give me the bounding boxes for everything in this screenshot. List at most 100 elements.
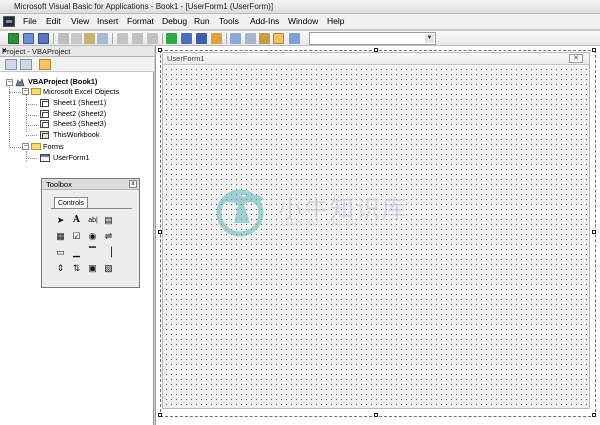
- menu-insert[interactable]: Insert: [97, 16, 118, 26]
- close-icon: ✕: [569, 54, 583, 63]
- worksheet-icon: [40, 99, 49, 107]
- tree-line: [26, 151, 27, 161]
- properties-icon[interactable]: [245, 33, 256, 44]
- window-title: Microsoft Visual Basic for Applications …: [14, 2, 274, 11]
- close-icon[interactable]: ×: [2, 46, 151, 55]
- tree-node-vbaproject[interactable]: VBAProject (Book1): [28, 77, 97, 86]
- resize-handle[interactable]: [592, 413, 596, 417]
- menu-bar: File Edit View Insert Format Debug Run T…: [0, 14, 600, 30]
- tree-node-excel-objects[interactable]: Microsoft Excel Objects: [43, 87, 119, 96]
- toolbox-title: Toolbox: [46, 180, 72, 189]
- run-icon[interactable]: [166, 33, 177, 44]
- userform-caption: UserForm1: [167, 54, 205, 63]
- view-object-icon[interactable]: [20, 59, 32, 70]
- toolbar-separator: [112, 33, 113, 44]
- tree-node-sheet3[interactable]: Sheet3 (Sheet3): [53, 119, 106, 128]
- design-mode-icon[interactable]: [211, 33, 222, 44]
- scrollbar-icon[interactable]: ⇕: [55, 263, 66, 274]
- excel-view-icon[interactable]: [8, 33, 19, 44]
- menu-view[interactable]: View: [71, 16, 89, 26]
- toolbar-separator: [226, 33, 227, 44]
- resize-handle[interactable]: [592, 230, 596, 234]
- menu-run[interactable]: Run: [194, 16, 210, 26]
- tree-line: [9, 92, 23, 93]
- toggle-folders-icon[interactable]: [39, 59, 51, 70]
- toolbar-separator: [162, 33, 163, 44]
- project-explorer-icon[interactable]: [230, 33, 241, 44]
- project-explorer-title-bar: Project - VBAProject ×: [0, 46, 154, 57]
- resize-handle[interactable]: [158, 413, 162, 417]
- menu-edit[interactable]: Edit: [46, 16, 61, 26]
- workbook-icon: [40, 131, 49, 139]
- tree-line: [26, 125, 37, 126]
- insert-userform-icon[interactable]: [23, 33, 34, 44]
- title-bar: Microsoft Visual Basic for Applications …: [0, 0, 600, 14]
- optionbutton-icon[interactable]: ◉: [87, 231, 98, 242]
- label-icon[interactable]: A: [71, 215, 82, 226]
- tree-node-sheet2[interactable]: Sheet2 (Sheet2): [53, 109, 106, 118]
- folder-icon: [31, 88, 41, 95]
- chevron-down-icon[interactable]: ▼: [425, 34, 434, 43]
- collapse-icon[interactable]: −: [6, 79, 13, 86]
- menu-format[interactable]: Format: [127, 16, 154, 26]
- spinbutton-icon[interactable]: ⇅: [71, 263, 82, 274]
- menu-add-ins[interactable]: Add-Ins: [250, 16, 279, 26]
- reset-icon[interactable]: [196, 33, 207, 44]
- help-icon[interactable]: [289, 33, 300, 44]
- userform-client-grid[interactable]: [163, 66, 589, 408]
- tabstrip-icon[interactable]: ▔: [87, 247, 98, 258]
- redo-icon[interactable]: [132, 33, 143, 44]
- tree-node-forms[interactable]: Forms: [43, 142, 64, 151]
- tree-line: [26, 104, 37, 105]
- worksheet-icon: [40, 110, 49, 118]
- tree-line: [26, 158, 37, 159]
- select-objects-icon[interactable]: ➤: [55, 215, 66, 226]
- menu-debug[interactable]: Debug: [162, 16, 187, 26]
- close-icon[interactable]: x: [129, 180, 137, 188]
- toolbox-icon[interactable]: [273, 33, 284, 44]
- userform-designer: UserForm1 ✕: [155, 46, 600, 425]
- resize-handle[interactable]: [592, 48, 596, 52]
- togglebutton-icon[interactable]: ⇌: [103, 231, 114, 242]
- tree-node-userform1[interactable]: UserForm1: [53, 153, 90, 162]
- resize-handle[interactable]: [374, 413, 378, 417]
- copy-icon[interactable]: [71, 33, 82, 44]
- tree-line: [26, 135, 37, 136]
- line-column-combo[interactable]: ▼: [309, 32, 436, 45]
- toolbox-controls-pane: ➤ A ab| ▤ ▦ ☑ ◉ ⇌ ▭ ▁ ▔ ▕ ⇕ ⇅ ▣ ▧: [51, 208, 132, 284]
- menu-tools[interactable]: Tools: [219, 16, 239, 26]
- toolbox-title-bar[interactable]: Toolbox x: [42, 179, 139, 190]
- frame-icon[interactable]: ▭: [55, 247, 66, 258]
- refedit-icon[interactable]: ▧: [103, 263, 114, 274]
- toolbar-separator: [53, 33, 54, 44]
- undo-icon[interactable]: [117, 33, 128, 44]
- image-icon[interactable]: ▣: [87, 263, 98, 274]
- view-code-icon[interactable]: [5, 59, 17, 70]
- userform1-window[interactable]: UserForm1 ✕: [162, 52, 590, 409]
- break-icon[interactable]: [181, 33, 192, 44]
- listbox-icon[interactable]: ▦: [55, 231, 66, 242]
- textbox-icon[interactable]: ab|: [86, 215, 100, 226]
- collapse-icon[interactable]: −: [22, 143, 29, 150]
- cut-icon[interactable]: [58, 33, 69, 44]
- redo-icon[interactable]: [147, 33, 158, 44]
- paste-icon[interactable]: [84, 33, 95, 44]
- vba-icon[interactable]: [3, 16, 15, 27]
- menu-file[interactable]: File: [23, 16, 37, 26]
- checkbox-icon[interactable]: ☑: [71, 231, 82, 242]
- tree-node-thisworkbook[interactable]: ThisWorkbook: [53, 130, 100, 139]
- object-browser-icon[interactable]: [259, 33, 270, 44]
- combobox-icon[interactable]: ▤: [103, 215, 114, 226]
- save-icon[interactable]: [38, 33, 49, 44]
- vba-project-icon: [15, 78, 25, 87]
- menu-help[interactable]: Help: [327, 16, 344, 26]
- userform-caption-bar: UserForm1 ✕: [163, 53, 589, 65]
- folder-icon: [31, 143, 41, 150]
- menu-window[interactable]: Window: [288, 16, 318, 26]
- collapse-icon[interactable]: −: [22, 88, 29, 95]
- multipage-icon[interactable]: ▕: [103, 247, 114, 258]
- commandbutton-icon[interactable]: ▁: [71, 247, 82, 258]
- tree-line: [9, 147, 23, 148]
- tree-node-sheet1[interactable]: Sheet1 (Sheet1): [53, 98, 106, 107]
- find-icon[interactable]: [97, 33, 108, 44]
